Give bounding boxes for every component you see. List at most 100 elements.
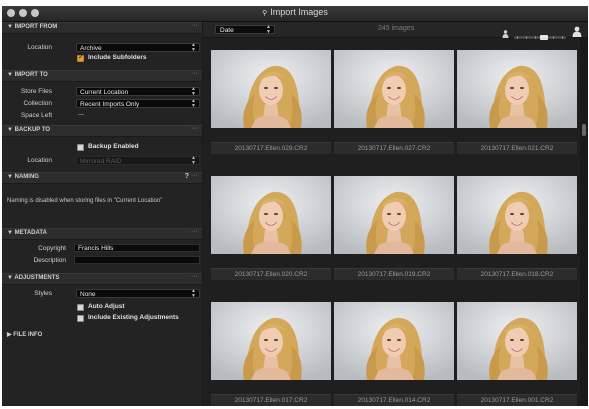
thumbnail-cell[interactable]: 20130717.Ellen.020.CR2	[211, 176, 331, 288]
copyright-field[interactable]: Francis Hills	[74, 244, 200, 252]
space-left-value: ---	[78, 112, 84, 118]
import-window: ⚲ Import Images ▼ IMPORT FROM ··· Locatio…	[2, 6, 588, 406]
thumbnail-cell[interactable]: 20130717.Ellen.001.CR2	[457, 302, 577, 406]
backup-enabled-label: Backup Enabled	[88, 143, 139, 150]
thumbnail-filename: 20130717.Ellen.021.CR2	[457, 142, 577, 154]
sort-value: Date	[220, 27, 234, 34]
chevron-up-down-icon: ▲ ▼	[191, 42, 196, 53]
browser-toolbar: Date ▲ ▼ 245 images	[203, 22, 588, 40]
auto-adjust-checkbox[interactable]	[77, 304, 84, 311]
thumbnail-size-slider[interactable]	[514, 27, 566, 40]
copyright-label: Copyright	[38, 245, 66, 252]
store-files-value: Current Location	[80, 89, 129, 96]
section-import-to-header[interactable]: ▼ IMPORT TO ···	[2, 70, 202, 82]
thumbnail-image[interactable]	[457, 176, 577, 254]
section-file-info-header[interactable]: ▶ FILE INFO	[2, 330, 202, 340]
include-existing-adjustments-checkbox[interactable]	[77, 315, 84, 322]
disclosure-triangle-icon: ▶	[7, 332, 12, 338]
section-options-icon[interactable]: ···	[191, 70, 198, 77]
title-bar: ⚲ Import Images	[2, 6, 588, 22]
section-options-icon[interactable]: ···	[191, 125, 198, 132]
section-import-to-title: ▼ IMPORT TO	[7, 72, 48, 78]
sort-select[interactable]: Date ▲ ▼	[215, 24, 275, 35]
window-title-text: Import Images	[270, 7, 328, 17]
section-metadata-header[interactable]: ▼ METADATA ···	[2, 228, 202, 240]
chevron-up-down-icon: ▲ ▼	[191, 155, 196, 166]
styles-value: None	[80, 291, 96, 298]
image-count: 245 images	[378, 25, 415, 32]
backup-location-value: Mirrored RAID	[80, 158, 122, 165]
thumbnail-filename: 20130717.Ellen.019.CR2	[334, 268, 454, 280]
section-metadata-label: METADATA	[14, 230, 47, 236]
thumbnail-filename: 20130717.Ellen.018.CR2	[457, 268, 577, 280]
thumbnail-cell[interactable]: 20130717.Ellen.017.CR2	[211, 302, 331, 406]
thumbnail-image[interactable]	[334, 176, 454, 254]
scrollbar-thumb[interactable]	[582, 124, 586, 136]
store-files-select[interactable]: Current Location ▲ ▼	[76, 86, 200, 97]
space-left-label: Space Left	[20, 112, 52, 119]
thumbnail-image[interactable]	[457, 302, 577, 380]
collection-label: Collection	[23, 100, 52, 107]
thumbnail-filename: 20130717.Ellen.029.CR2	[211, 142, 331, 154]
section-file-info-title: ▶ FILE INFO	[7, 331, 42, 338]
section-backup-to-header[interactable]: ▼ BACKUP TO ···	[2, 125, 202, 137]
section-naming-label: NAMING	[14, 174, 39, 180]
thumbnail-filename: 20130717.Ellen.027.CR2	[334, 142, 454, 154]
browser-pane: Date ▲ ▼ 245 images 20130717.Ellen.029.C…	[203, 22, 588, 406]
thumbnail-cell[interactable]: 20130717.Ellen.018.CR2	[457, 176, 577, 288]
description-label: Description	[33, 257, 66, 264]
include-subfolders-label: Include Subfolders	[88, 54, 147, 61]
thumbnail-image[interactable]	[211, 302, 331, 380]
backup-location-select: Mirrored RAID ▲ ▼	[76, 155, 200, 166]
thumbnail-cell[interactable]: 20130717.Ellen.019.CR2	[334, 176, 454, 288]
help-icon[interactable]: ?	[185, 173, 189, 180]
section-import-from-label: IMPORT FROM	[14, 24, 58, 30]
styles-select[interactable]: None ▲ ▼	[76, 288, 200, 299]
section-backup-to-label: BACKUP TO	[14, 127, 51, 133]
section-naming-header[interactable]: ▼ NAMING ? ···	[2, 172, 202, 184]
sidebar: ▼ IMPORT FROM ··· Location Archive ▲▼ In…	[2, 22, 202, 406]
thumbnail-grid: 20130717.Ellen.029.CR2 20130717.Ellen.027…	[203, 38, 578, 406]
thumbnail-filename: 20130717.Ellen.017.CR2	[211, 394, 331, 406]
backup-enabled-checkbox[interactable]	[77, 144, 84, 151]
camera-icon: ⚲	[262, 10, 268, 17]
section-metadata-title: ▼ METADATA	[7, 230, 47, 236]
section-options-icon[interactable]: ···	[191, 228, 198, 235]
include-subfolders-checkbox[interactable]	[77, 53, 84, 62]
thumbnail-image[interactable]	[211, 50, 331, 128]
section-import-to-label: IMPORT TO	[14, 72, 48, 78]
thumbnail-cell[interactable]: 20130717.Ellen.029.CR2	[211, 50, 331, 162]
chevron-up-down-icon: ▲ ▼	[191, 86, 196, 97]
thumbnail-image[interactable]	[334, 50, 454, 128]
thumbnail-filename: 20130717.Ellen.014.CR2	[334, 394, 454, 406]
collection-select[interactable]: Recent Imports Only ▲ ▼	[76, 98, 200, 109]
auto-adjust-label: Auto Adjust	[88, 303, 125, 310]
chevron-up-down-icon: ▲ ▼	[191, 98, 196, 109]
thumbnail-image[interactable]	[334, 302, 454, 380]
naming-disabled-note: Naming is disabled when storing files in…	[7, 198, 163, 204]
person-large-icon[interactable]	[572, 24, 582, 37]
thumbnail-cell[interactable]: 20130717.Ellen.021.CR2	[457, 50, 577, 162]
section-options-icon[interactable]: ···	[191, 22, 198, 29]
section-adjustments-header[interactable]: ▼ ADJUSTMENTS ···	[2, 273, 202, 285]
person-small-icon[interactable]	[502, 25, 509, 38]
chevron-up-down-icon: ▲ ▼	[191, 288, 196, 299]
location-select[interactable]: Archive ▲ ▼	[76, 42, 200, 53]
thumbnail-image[interactable]	[211, 176, 331, 254]
thumbnail-cell[interactable]: 20130717.Ellen.027.CR2	[334, 50, 454, 162]
section-backup-to-title: ▼ BACKUP TO	[7, 127, 51, 133]
location-value: Archive	[80, 45, 102, 52]
section-naming-title: ▼ NAMING	[7, 174, 39, 180]
vertical-scrollbar[interactable]	[580, 38, 588, 406]
section-options-icon[interactable]: ···	[191, 172, 198, 179]
chevron-up-down-icon: ▲ ▼	[266, 24, 271, 35]
thumbnail-cell[interactable]: 20130717.Ellen.014.CR2	[334, 302, 454, 406]
section-import-from-title: ▼ IMPORT FROM	[7, 24, 58, 30]
styles-label: Styles	[34, 290, 52, 297]
thumbnail-filename: 20130717.Ellen.001.CR2	[457, 394, 577, 406]
section-adjustments-title: ▼ ADJUSTMENTS	[7, 275, 60, 281]
section-options-icon[interactable]: ···	[191, 273, 198, 280]
description-field[interactable]	[74, 256, 200, 264]
thumbnail-image[interactable]	[457, 50, 577, 128]
section-import-from-header[interactable]: ▼ IMPORT FROM ···	[2, 22, 202, 34]
